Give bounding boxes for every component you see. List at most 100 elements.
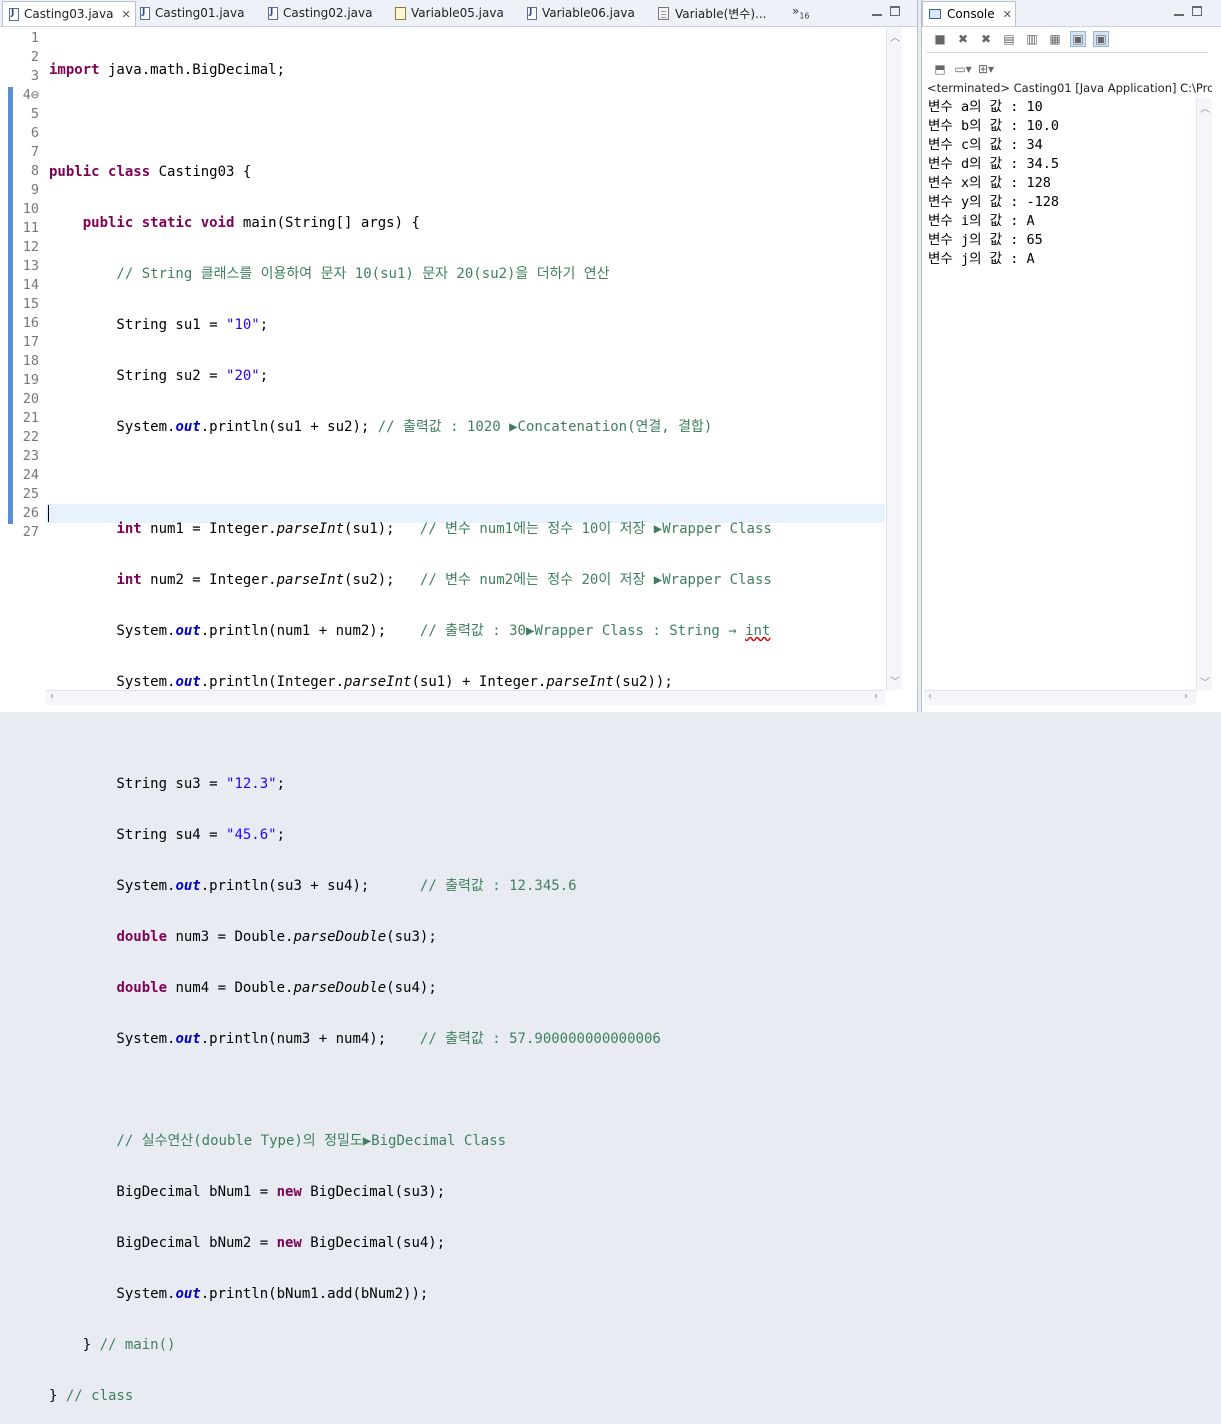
document-icon — [658, 6, 669, 20]
scroll-right-icon[interactable]: › — [1184, 691, 1188, 702]
close-icon[interactable]: ✕ — [1003, 8, 1012, 21]
maximize-icon[interactable] — [890, 6, 900, 16]
line-number: 14 — [22, 277, 39, 293]
line-number: 21 — [22, 410, 39, 426]
scroll-right-icon[interactable]: › — [874, 691, 878, 702]
change-ruler-marker — [8, 87, 13, 524]
console-monitor-icon — [929, 9, 941, 19]
console-output-line: 변수 b의 값 : 10.0 — [928, 118, 1059, 134]
console-toolbar-row1: ■ ✖ ✖ ▤ ▥ ▦ ▣ ▣ — [932, 29, 1116, 49]
code-line-5: // String 클래스를 이용하여 문자 10(su1) 문자 20(su2… — [49, 266, 610, 282]
scroll-down-icon[interactable]: ﹀ — [1200, 674, 1210, 689]
show-on-error-icon[interactable]: ▣ — [1093, 31, 1109, 47]
line-number: 16 — [22, 315, 39, 331]
terminate-icon[interactable]: ■ — [932, 31, 948, 47]
line-number: 18 — [22, 353, 39, 369]
close-icon[interactable]: ✕ — [121, 8, 130, 21]
editor-window-controls — [864, 6, 900, 19]
line-number: 11 — [22, 220, 39, 236]
remove-launch-icon[interactable]: ✖ — [955, 31, 971, 47]
tab-label: Variable06.java — [542, 6, 635, 20]
code-line-12: System.out.println(num1 + num2); // 출력값 … — [49, 623, 771, 639]
remove-all-terminated-icon[interactable]: ✖ — [978, 31, 994, 47]
scroll-down-icon[interactable]: ﹀ — [890, 673, 900, 688]
scroll-lock-icon[interactable]: ▥ — [1024, 31, 1040, 47]
java-file-warning-icon — [395, 6, 406, 20]
line-number: 19 — [22, 372, 39, 388]
overflow-count: 16 — [799, 11, 810, 21]
code-text-area[interactable]: import java.math.BigDecimal; public clas… — [49, 29, 772, 1424]
tab-casting01[interactable]: Casting01.java — [140, 2, 244, 24]
show-on-output-icon[interactable]: ▣ — [1070, 31, 1086, 47]
console-toolbar-row2: ⬒ ▭▾ ⊞▾ — [932, 59, 1001, 79]
editor-panel: Casting03.java ✕ Casting01.java Casting0… — [0, 0, 918, 1404]
scroll-left-icon[interactable]: ‹ — [50, 691, 54, 702]
scroll-up-icon[interactable]: ︿ — [1200, 100, 1210, 115]
code-line-19: double num4 = Double.parseDouble(su4); — [116, 980, 437, 996]
tab-overflow-button[interactable]: »16 — [792, 4, 810, 20]
line-number: 13 — [22, 258, 39, 274]
pin-console-icon[interactable]: ⬒ — [932, 61, 948, 77]
tab-console[interactable]: Console ✕ — [922, 1, 1016, 26]
console-output-line: 변수 j의 값 : A — [928, 251, 1035, 267]
code-line-18: double num3 = Double.parseDouble(su3); — [116, 929, 437, 945]
line-number: 1 — [30, 30, 39, 46]
line-number: 10 — [22, 201, 39, 217]
console-horizontal-scrollbar[interactable]: ‹ › — [924, 690, 1196, 705]
code-line-10: int num1 = Integer.parseInt(su1); // 변수 … — [116, 521, 772, 537]
code-line-11: int num2 = Integer.parseInt(su2); // 변수 … — [116, 572, 772, 588]
tab-casting02[interactable]: Casting02.java — [268, 2, 372, 24]
scroll-up-icon[interactable]: ︿ — [890, 29, 900, 44]
code-line-4: public static void main(String[] args) { — [82, 215, 420, 231]
code-line-20: System.out.println(num3 + num4); // 출력값 … — [49, 1031, 661, 1047]
editor-horizontal-scrollbar[interactable]: ‹ › — [46, 690, 885, 705]
code-line-1: import java.math.BigDecimal; — [49, 62, 286, 78]
line-number: 4⊖ — [22, 87, 39, 103]
line-number: 8 — [30, 163, 39, 179]
console-output-line: 변수 y의 값 : -128 — [928, 194, 1059, 210]
display-console-icon[interactable]: ▭▾ — [954, 61, 971, 77]
minimize-icon[interactable] — [872, 10, 882, 16]
tab-label: Variable(변수)... — [675, 6, 767, 21]
line-number: 9 — [30, 182, 39, 198]
tab-casting03[interactable]: Casting03.java ✕ — [2, 1, 136, 26]
console-window-controls — [1166, 6, 1202, 19]
line-number: 2 — [30, 49, 39, 65]
line-number: 25 — [22, 486, 39, 502]
scroll-left-icon[interactable]: ‹ — [928, 691, 932, 702]
maximize-icon[interactable] — [1192, 6, 1202, 16]
console-output-line: 변수 c의 값 : 34 — [928, 137, 1043, 153]
console-output[interactable]: 변수 a의 값 : 10 변수 b의 값 : 10.0 변수 c의 값 : 34… — [928, 98, 1059, 269]
clear-console-icon[interactable]: ▤ — [1001, 31, 1017, 47]
line-number: 26 — [22, 505, 39, 521]
line-number: 20 — [22, 391, 39, 407]
code-line-3: public class Casting03 { — [49, 164, 252, 180]
line-number: 12 — [22, 239, 39, 255]
tab-variable05[interactable]: Variable05.java — [395, 2, 504, 24]
code-line-16: String su4 = "45.6"; — [49, 827, 286, 843]
console-output-line: 변수 d의 값 : 34.5 — [928, 156, 1059, 172]
open-console-icon[interactable]: ⊞▾ — [978, 61, 994, 77]
minimize-icon[interactable] — [1174, 10, 1184, 16]
tab-variable-doc[interactable]: Variable(변수)... — [658, 2, 766, 24]
code-line-27: } // class — [49, 1388, 134, 1404]
toolbar-divider — [926, 52, 1208, 53]
editor-vertical-scrollbar[interactable]: ︿ ﹀ — [886, 27, 902, 690]
console-output-line: 변수 x의 값 : 128 — [928, 175, 1051, 191]
code-line-6: String su1 = "10"; — [49, 317, 269, 333]
line-number: 15 — [22, 296, 39, 312]
word-wrap-icon[interactable]: ▦ — [1047, 31, 1063, 47]
line-number: 7 — [30, 144, 39, 160]
console-panel: Console ✕ ■ ✖ ✖ ▤ ▥ ▦ ▣ ▣ ⬒ ▭▾ ⊞▾ <termi… — [921, 0, 1221, 712]
code-line-24: BigDecimal bNum2 = new BigDecimal(su4); — [49, 1235, 446, 1251]
tab-variable06[interactable]: Variable06.java — [527, 2, 635, 24]
line-number: 5 — [30, 106, 39, 122]
code-line-25: System.out.println(bNum1.add(bNum2)); — [49, 1286, 429, 1302]
console-output-line: 변수 a의 값 : 10 — [928, 99, 1043, 115]
console-vertical-scrollbar[interactable]: ︿ ﹀ — [1196, 98, 1212, 690]
console-tab-bar: Console ✕ — [922, 0, 1221, 27]
console-title: Console — [947, 7, 995, 21]
